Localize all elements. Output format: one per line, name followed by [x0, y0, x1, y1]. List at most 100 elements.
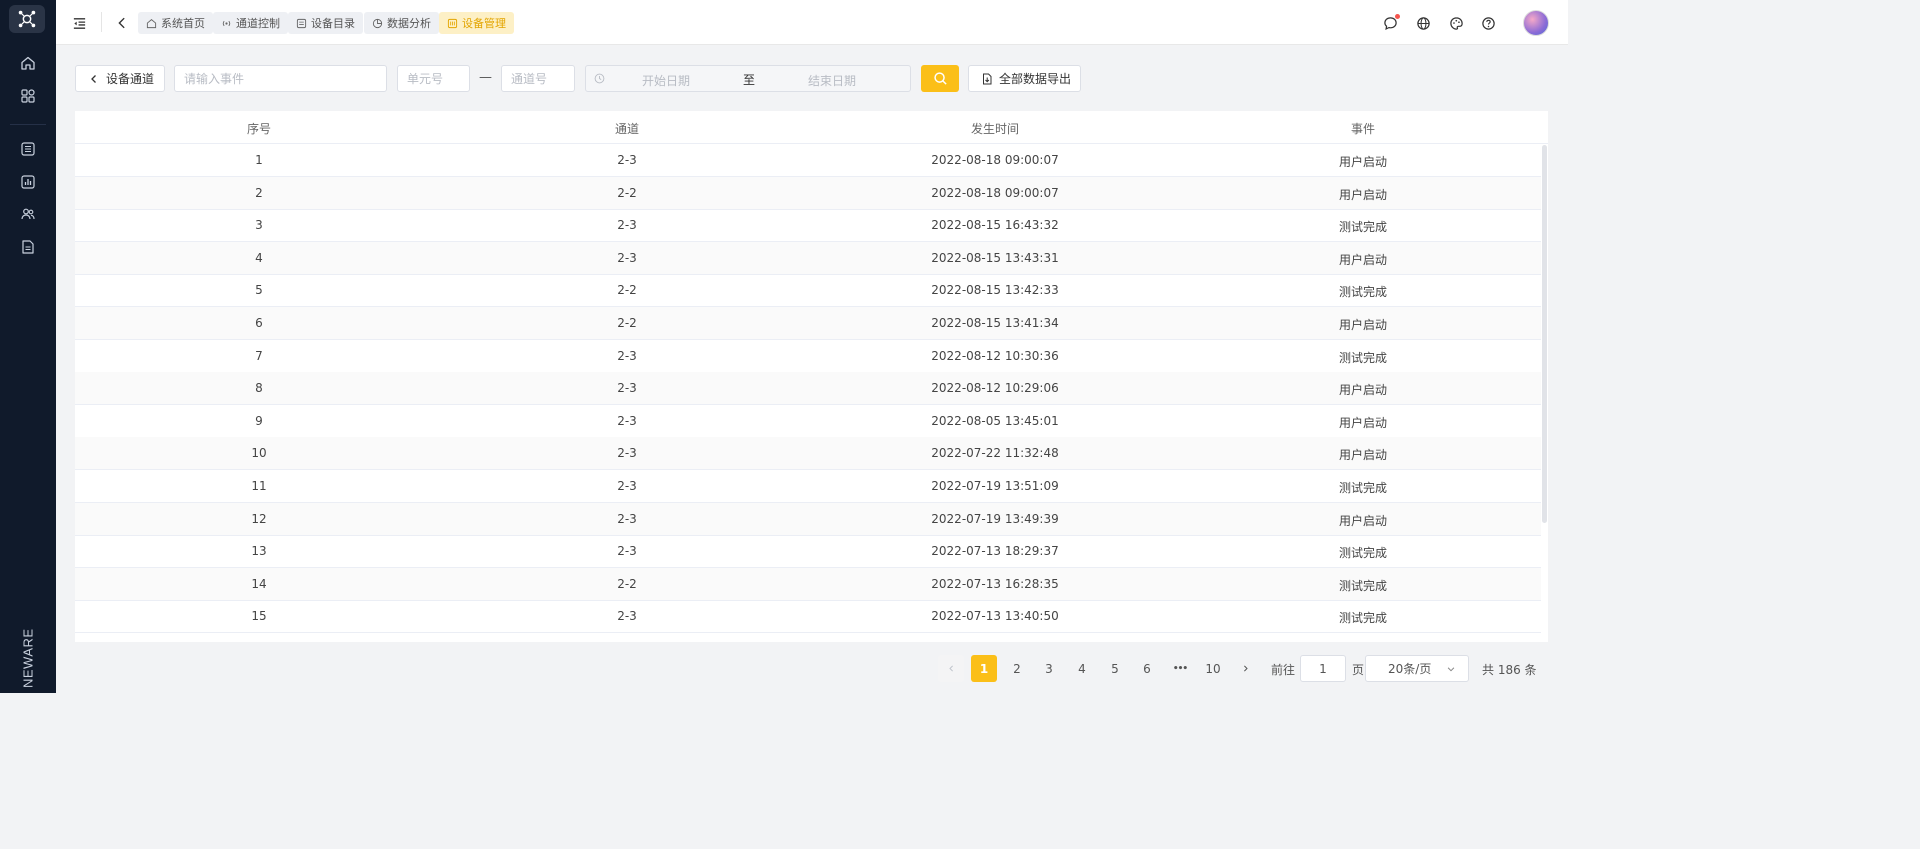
table-row[interactable]: 13 2-3 2022-07-13 18:29:37 测试完成 — [75, 535, 1541, 569]
help-icon[interactable] — [1478, 13, 1498, 33]
cell-time: 2022-08-12 10:30:36 — [931, 348, 1059, 363]
sidebar-divider — [10, 124, 46, 125]
cell-time: 2022-07-19 13:49:39 — [931, 511, 1059, 526]
search-button[interactable] — [921, 65, 959, 92]
cell-index: 7 — [255, 348, 263, 363]
next-page-button[interactable] — [1232, 655, 1258, 682]
table-row[interactable]: 3 2-3 2022-08-15 16:43:32 测试完成 — [75, 209, 1541, 243]
tab-device-catalog[interactable]: 设备目录 — [288, 12, 363, 34]
cell-event: 测试完成 — [1338, 546, 1388, 561]
cell-event: 测试完成 — [1338, 611, 1388, 626]
chevron-left-icon — [948, 665, 953, 672]
page-10-button[interactable]: 10 — [1200, 655, 1226, 682]
cell-index: 5 — [255, 283, 263, 298]
table-row[interactable]: 12 2-3 2022-07-19 13:49:39 用户启动 — [75, 502, 1541, 536]
brand-wordmark: NEWARE — [20, 628, 36, 688]
tab-device-management[interactable]: 设备管理 — [439, 12, 514, 34]
table-row[interactable]: 6 2-2 2022-08-15 13:41:34 用户启动 — [75, 307, 1541, 340]
globe-icon[interactable] — [1413, 13, 1433, 33]
cell-index: 13 — [251, 544, 267, 559]
home-icon[interactable] — [18, 53, 38, 73]
cell-channel: 2-3 — [617, 479, 637, 493]
cell-time: 2022-07-13 18:29:37 — [931, 544, 1059, 559]
tab-label: 系统首页 — [161, 17, 205, 30]
page-size-select[interactable]: 20条/页 — [1365, 655, 1469, 682]
tab-label: 设备目录 — [311, 17, 355, 30]
more-pages-ellipsis[interactable]: ••• — [1167, 655, 1193, 682]
cell-time: 2022-07-13 16:28:35 — [931, 576, 1059, 591]
event-table: 序号 通道 发生时间 事件 1 2-3 2022-08-18 09:00:07 用户启… — [75, 111, 1548, 642]
table-row[interactable]: 15 2-3 2022-07-13 13:40:50 测试完成 — [75, 600, 1541, 634]
cell-time: 2022-08-05 13:45:01 — [931, 413, 1059, 428]
chart-icon[interactable] — [18, 172, 38, 192]
unit-number-input[interactable]: 单元号 — [397, 65, 470, 92]
page-4-button[interactable]: 4 — [1069, 655, 1095, 682]
date-range-picker[interactable]: 开始日期 至 结束日期 — [585, 65, 911, 92]
cell-event: 测试完成 — [1338, 578, 1388, 593]
table-row[interactable]: 2 2-2 2022-08-18 09:00:07 用户启动 — [75, 176, 1541, 210]
page-2-button[interactable]: 2 — [1004, 655, 1030, 682]
end-date-placeholder: 结束日期 — [808, 74, 857, 88]
avatar[interactable] — [1523, 10, 1549, 36]
palette-icon[interactable] — [1446, 13, 1466, 33]
cell-channel: 2-3 — [617, 153, 637, 167]
table-row[interactable]: 10 2-3 2022-07-22 11:32:48 用户启动 — [75, 437, 1541, 471]
page-size-value: 20条/页 — [1388, 662, 1432, 676]
cell-channel: 2-3 — [617, 218, 637, 233]
tab-data-analysis[interactable]: 数据分析 — [364, 12, 439, 34]
list-icon[interactable] — [18, 139, 38, 159]
tab-channel-control[interactable]: 通道控制 — [213, 12, 288, 34]
cell-time: 2022-08-18 09:00:07 — [931, 185, 1059, 200]
document-icon[interactable] — [18, 237, 38, 257]
cell-time: 2022-07-19 13:51:09 — [931, 479, 1059, 493]
table-scrollbar[interactable] — [1542, 145, 1547, 523]
page-1-button[interactable]: 1 — [971, 655, 997, 682]
table-row[interactable]: 14 2-2 2022-07-13 16:28:35 测试完成 — [75, 567, 1541, 601]
cell-time: 2022-08-12 10:29:06 — [931, 381, 1059, 396]
cell-event: 测试完成 — [1338, 220, 1388, 235]
page-6-button[interactable]: 6 — [1134, 655, 1160, 682]
cell-time: 2022-08-15 13:43:31 — [931, 250, 1059, 265]
table-row[interactable]: 11 2-3 2022-07-19 13:51:09 测试完成 — [75, 470, 1541, 503]
page-3-button[interactable]: 3 — [1036, 655, 1062, 682]
page-5-button[interactable]: 5 — [1102, 655, 1128, 682]
table-row[interactable]: 5 2-2 2022-08-15 13:42:33 测试完成 — [75, 274, 1541, 308]
event-placeholder: 请输入事件 — [184, 72, 245, 86]
cell-event: 用户启动 — [1338, 383, 1388, 398]
table-row[interactable]: 9 2-3 2022-08-05 13:45:01 用户启动 — [75, 405, 1541, 438]
total-count: 共 186 条 — [1482, 663, 1537, 677]
cell-event: 用户启动 — [1338, 252, 1388, 267]
table-row[interactable]: 1 2-3 2022-08-18 09:00:07 用户启动 — [75, 144, 1541, 177]
table-row[interactable]: 8 2-3 2022-08-12 10:29:06 用户启动 — [75, 372, 1541, 406]
prev-page-button[interactable] — [938, 655, 964, 682]
table-row[interactable]: 4 2-3 2022-08-15 13:43:31 用户启动 — [75, 241, 1541, 275]
cell-index: 1 — [255, 153, 263, 167]
start-date-placeholder: 开始日期 — [642, 74, 691, 88]
goto-page-input[interactable]: 1 — [1300, 655, 1346, 682]
users-icon[interactable] — [18, 204, 38, 224]
pie-icon — [372, 18, 383, 28]
cell-event: 用户启动 — [1338, 448, 1388, 463]
export-button-label: 全部数据导出 — [999, 72, 1072, 86]
table-header: 序号 通道 发生时间 事件 — [75, 111, 1548, 144]
cell-index: 12 — [251, 511, 267, 526]
cell-event: 测试完成 — [1338, 350, 1388, 365]
back-arrow-icon[interactable] — [114, 14, 130, 32]
message-icon[interactable] — [1380, 13, 1400, 33]
channel-number-input[interactable]: 通道号 — [501, 65, 575, 92]
collapse-menu-icon[interactable] — [70, 14, 88, 32]
cell-index: 15 — [251, 609, 267, 624]
cell-index: 11 — [251, 479, 267, 493]
table-row[interactable]: 7 2-3 2022-08-12 10:30:36 测试完成 — [75, 340, 1541, 373]
apps-icon[interactable] — [18, 86, 38, 106]
topbar: 系统首页 通道控制 设备目录 数据分析 设备管理 — [56, 0, 1568, 45]
tab-home[interactable]: 系统首页 — [138, 12, 213, 34]
cell-event: 测试完成 — [1338, 481, 1388, 495]
header-index: 序号 — [246, 122, 272, 136]
back-device-channel-button[interactable]: 设备通道 — [75, 65, 165, 92]
event-search-input[interactable]: 请输入事件 — [174, 65, 387, 92]
app-logo[interactable] — [9, 5, 45, 33]
export-all-data-button[interactable]: 全部数据导出 — [968, 65, 1081, 92]
cell-index: 9 — [255, 413, 263, 428]
search-icon — [933, 72, 947, 85]
